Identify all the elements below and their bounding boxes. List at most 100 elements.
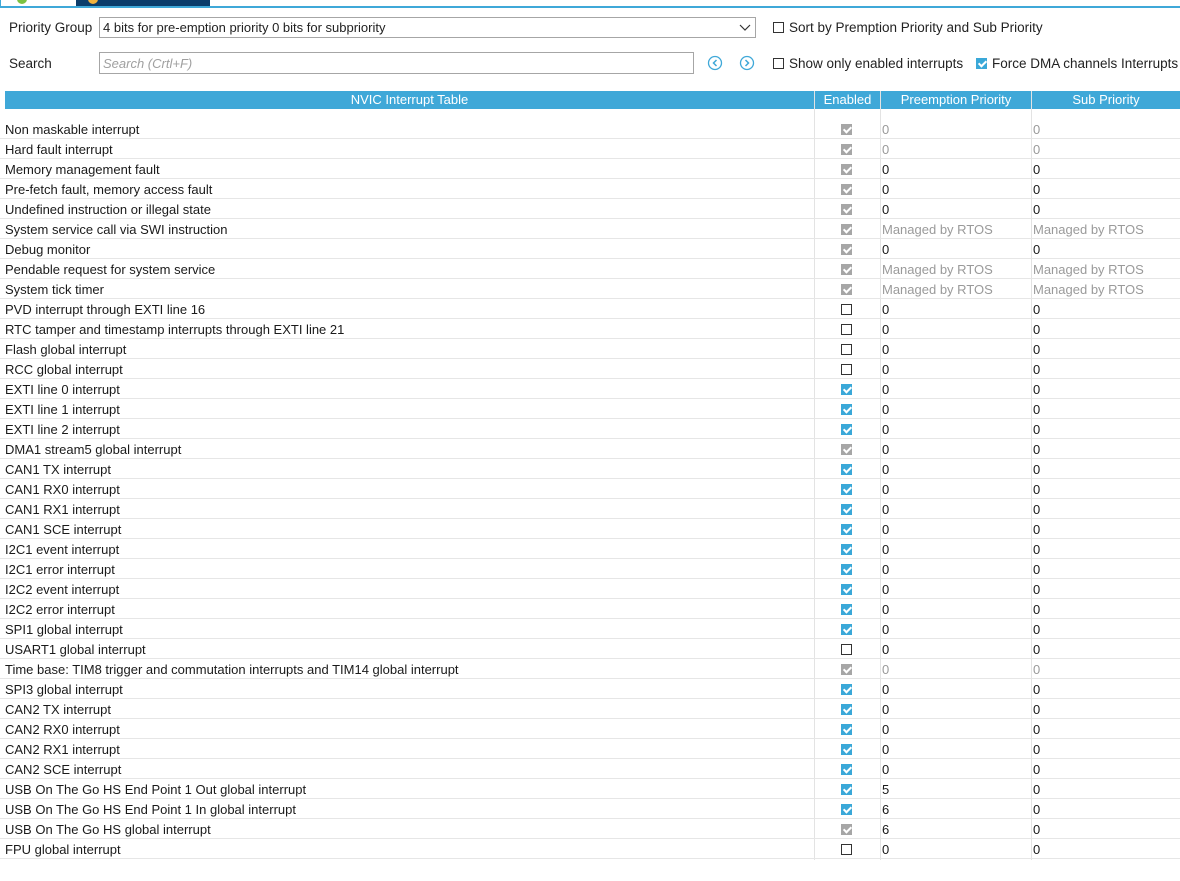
sub-priority-cell[interactable]: 0 <box>1033 542 1040 557</box>
sub-priority-cell[interactable]: 0 <box>1033 802 1040 817</box>
sub-priority-cell[interactable]: 0 <box>1033 522 1040 537</box>
sub-priority-cell[interactable]: 0 <box>1033 382 1040 397</box>
table-row[interactable]: CAN1 SCE interrupt 0 0 <box>0 519 1180 539</box>
table-row[interactable]: CAN1 TX interrupt 0 0 <box>0 459 1180 479</box>
force-dma-option[interactable]: Force DMA channels Interrupts <box>976 56 1178 71</box>
table-row[interactable]: PVD interrupt through EXTI line 16 0 0 <box>0 299 1180 319</box>
preemption-priority-cell[interactable]: 0 <box>882 582 889 597</box>
enabled-checkbox[interactable] <box>841 844 852 855</box>
table-row[interactable]: SPI1 global interrupt 0 0 <box>0 619 1180 639</box>
next-icon[interactable] <box>739 55 755 71</box>
preemption-priority-cell[interactable]: 0 <box>882 602 889 617</box>
preemption-priority-cell[interactable]: 0 <box>882 322 889 337</box>
table-row[interactable]: RCC global interrupt 0 0 <box>0 359 1180 379</box>
preemption-priority-cell[interactable]: 0 <box>882 162 889 177</box>
enabled-checkbox[interactable] <box>841 764 852 775</box>
table-row[interactable]: CAN1 RX0 interrupt 0 0 <box>0 479 1180 499</box>
sub-priority-cell[interactable]: 0 <box>1033 562 1040 577</box>
sub-priority-cell[interactable]: 0 <box>1033 782 1040 797</box>
enabled-checkbox[interactable] <box>841 704 852 715</box>
enabled-checkbox[interactable] <box>841 464 852 475</box>
table-row[interactable]: Pre-fetch fault, memory access fault 0 0 <box>0 179 1180 199</box>
enabled-checkbox[interactable] <box>841 504 852 515</box>
enabled-checkbox[interactable] <box>841 564 852 575</box>
preemption-priority-cell[interactable]: 0 <box>882 702 889 717</box>
table-row[interactable]: I2C2 error interrupt 0 0 <box>0 599 1180 619</box>
preemption-priority-cell[interactable]: 0 <box>882 402 889 417</box>
sub-priority-cell[interactable]: 0 <box>1033 162 1040 177</box>
enabled-checkbox[interactable] <box>841 784 852 795</box>
table-row[interactable]: Memory management fault 0 0 <box>0 159 1180 179</box>
enabled-checkbox[interactable] <box>841 304 852 315</box>
sub-priority-cell[interactable]: 0 <box>1033 402 1040 417</box>
sub-priority-cell[interactable]: 0 <box>1033 842 1040 857</box>
sub-priority-cell[interactable]: 0 <box>1033 242 1040 257</box>
column-header-sub-priority[interactable]: Sub Priority <box>1032 91 1180 109</box>
priority-group-select[interactable]: 4 bits for pre-emption priority 0 bits f… <box>99 17 756 38</box>
table-row[interactable]: Non maskable interrupt 0 0 <box>0 119 1180 139</box>
preemption-priority-cell[interactable]: 0 <box>882 442 889 457</box>
preemption-priority-cell[interactable]: 0 <box>882 502 889 517</box>
sub-priority-cell[interactable]: 0 <box>1033 642 1040 657</box>
sub-priority-cell[interactable]: 0 <box>1033 602 1040 617</box>
column-header-preemption[interactable]: Preemption Priority <box>881 91 1031 109</box>
preemption-priority-cell[interactable]: 0 <box>882 342 889 357</box>
preemption-priority-cell[interactable]: 0 <box>882 482 889 497</box>
table-row[interactable]: USB On The Go HS End Point 1 Out global … <box>0 779 1180 799</box>
table-row[interactable]: Debug monitor 0 0 <box>0 239 1180 259</box>
sub-priority-cell[interactable]: 0 <box>1033 762 1040 777</box>
enabled-checkbox[interactable] <box>841 524 852 535</box>
preemption-priority-cell[interactable]: 0 <box>882 842 889 857</box>
sub-priority-cell[interactable]: 0 <box>1033 302 1040 317</box>
table-row[interactable]: USART1 global interrupt 0 0 <box>0 639 1180 659</box>
enabled-checkbox[interactable] <box>841 644 852 655</box>
sub-priority-cell[interactable]: 0 <box>1033 462 1040 477</box>
search-input[interactable] <box>99 52 694 74</box>
table-row[interactable]: I2C1 event interrupt 0 0 <box>0 539 1180 559</box>
preemption-priority-cell[interactable]: 5 <box>882 782 889 797</box>
sub-priority-cell[interactable]: 0 <box>1033 702 1040 717</box>
enabled-checkbox[interactable] <box>841 384 852 395</box>
enabled-checkbox[interactable] <box>841 744 852 755</box>
preemption-priority-cell[interactable]: 0 <box>882 762 889 777</box>
sub-priority-cell[interactable]: 0 <box>1033 202 1040 217</box>
preemption-priority-cell[interactable]: 6 <box>882 822 889 837</box>
sort-checkbox[interactable] <box>773 22 784 33</box>
table-row[interactable]: Undefined instruction or illegal state 0 0 <box>0 199 1180 219</box>
enabled-checkbox[interactable] <box>841 484 852 495</box>
sub-priority-cell[interactable]: 0 <box>1033 362 1040 377</box>
preemption-priority-cell[interactable]: 0 <box>882 242 889 257</box>
table-row[interactable]: Pendable request for system service Manag… <box>0 259 1180 279</box>
sub-priority-cell[interactable]: 0 <box>1033 622 1040 637</box>
table-row[interactable]: USB On The Go HS global interrupt 6 0 <box>0 819 1180 839</box>
force-dma-checkbox[interactable] <box>976 58 987 69</box>
preemption-priority-cell[interactable]: 0 <box>882 182 889 197</box>
sub-priority-cell[interactable]: 0 <box>1033 442 1040 457</box>
sub-priority-cell[interactable]: 0 <box>1033 742 1040 757</box>
sub-priority-cell[interactable]: 0 <box>1033 582 1040 597</box>
preemption-priority-cell[interactable]: 6 <box>882 802 889 817</box>
table-row[interactable]: EXTI line 2 interrupt 0 0 <box>0 419 1180 439</box>
table-row[interactable]: CAN2 RX0 interrupt 0 0 <box>0 719 1180 739</box>
table-row[interactable]: Hard fault interrupt 0 0 <box>0 139 1180 159</box>
preemption-priority-cell[interactable]: 0 <box>882 522 889 537</box>
sub-priority-cell[interactable]: 0 <box>1033 482 1040 497</box>
enabled-checkbox[interactable] <box>841 324 852 335</box>
table-row[interactable]: DMA1 stream5 global interrupt 0 0 <box>0 439 1180 459</box>
preemption-priority-cell[interactable]: 0 <box>882 622 889 637</box>
enabled-checkbox[interactable] <box>841 364 852 375</box>
enabled-checkbox[interactable] <box>841 724 852 735</box>
preemption-priority-cell[interactable]: 0 <box>882 422 889 437</box>
table-row[interactable]: CAN2 SCE interrupt 0 0 <box>0 759 1180 779</box>
table-row[interactable]: SPI3 global interrupt 0 0 <box>0 679 1180 699</box>
enabled-checkbox[interactable] <box>841 404 852 415</box>
sub-priority-cell[interactable]: 0 <box>1033 322 1040 337</box>
preemption-priority-cell[interactable]: 0 <box>882 562 889 577</box>
enabled-checkbox[interactable] <box>841 344 852 355</box>
preemption-priority-cell[interactable]: 0 <box>882 362 889 377</box>
preemption-priority-cell[interactable]: 0 <box>882 202 889 217</box>
table-row[interactable]: RTC tamper and timestamp interrupts thro… <box>0 319 1180 339</box>
column-header-name[interactable]: NVIC Interrupt Table <box>5 91 814 109</box>
enabled-checkbox[interactable] <box>841 584 852 595</box>
preemption-priority-cell[interactable]: 0 <box>882 722 889 737</box>
